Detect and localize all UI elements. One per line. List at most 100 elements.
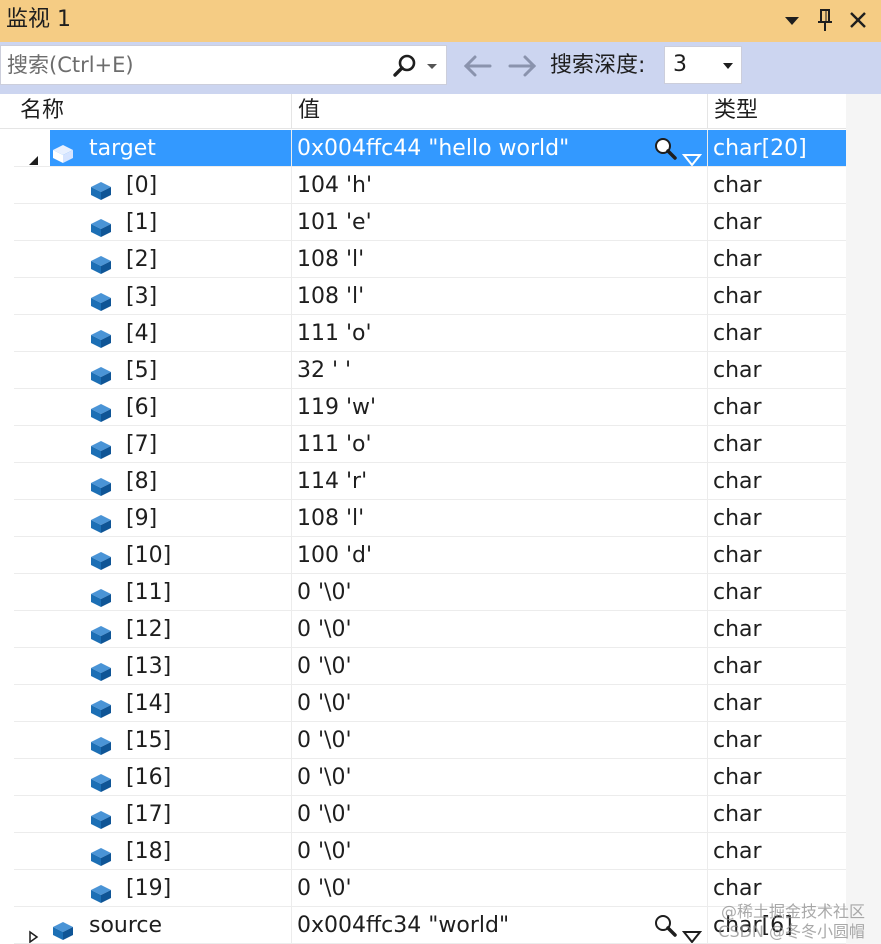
name-cell[interactable]: [8] [14, 463, 292, 500]
name-cell[interactable]: [15] [14, 722, 292, 759]
name-cell[interactable]: source [14, 907, 292, 944]
value-cell[interactable]: 0 '\0' [292, 796, 708, 833]
name-cell[interactable]: [6] [14, 389, 292, 426]
watch-row[interactable]: [13] 0 '\0' char [0, 648, 846, 685]
watch-row[interactable]: [10] 100 'd' char [0, 537, 846, 574]
name-cell[interactable]: target [14, 130, 292, 167]
value-cell[interactable]: 0 '\0' [292, 833, 708, 870]
type-cell[interactable]: char [708, 167, 846, 204]
value-cell[interactable]: 0 '\0' [292, 722, 708, 759]
watch-row[interactable]: [7] 111 'o' char [0, 426, 846, 463]
watch-row[interactable]: [15] 0 '\0' char [0, 722, 846, 759]
name-cell[interactable]: [3] [14, 278, 292, 315]
value-cell[interactable]: 0x004ffc34 "world" [292, 907, 708, 944]
column-header-value[interactable]: 值 [292, 94, 708, 128]
name-cell[interactable]: [0] [14, 167, 292, 204]
visualizer-dropdown-icon[interactable] [681, 142, 703, 167]
text-visualizer-icon[interactable] [652, 136, 678, 162]
name-cell[interactable]: [13] [14, 648, 292, 685]
type-cell[interactable]: char [708, 759, 846, 796]
name-cell[interactable]: [4] [14, 315, 292, 352]
value-cell[interactable]: 104 'h' [292, 167, 708, 204]
search-input[interactable] [7, 50, 377, 80]
value-cell[interactable]: 101 'e' [292, 204, 708, 241]
name-cell[interactable]: [5] [14, 352, 292, 389]
type-cell[interactable]: char [708, 389, 846, 426]
search-depth-select[interactable]: 3 [664, 46, 742, 84]
pin-icon[interactable] [811, 6, 839, 34]
name-cell[interactable]: [12] [14, 611, 292, 648]
name-cell[interactable]: [18] [14, 833, 292, 870]
watch-row[interactable]: [12] 0 '\0' char [0, 611, 846, 648]
name-cell[interactable]: [9] [14, 500, 292, 537]
watch-row[interactable]: [4] 111 'o' char [0, 315, 846, 352]
search-next-icon[interactable] [506, 52, 538, 80]
dropdown-arrow-icon[interactable] [778, 6, 806, 34]
name-cell[interactable]: [17] [14, 796, 292, 833]
watch-row[interactable]: [5] 32 ' ' char [0, 352, 846, 389]
watch-row[interactable]: [9] 108 'l' char [0, 500, 846, 537]
watch-row[interactable]: [2] 108 'l' char [0, 241, 846, 278]
value-cell[interactable]: 32 ' ' [292, 352, 708, 389]
value-cell[interactable]: 111 'o' [292, 315, 708, 352]
type-cell[interactable]: char [708, 537, 846, 574]
name-cell[interactable]: [2] [14, 241, 292, 278]
type-cell[interactable]: char [708, 204, 846, 241]
name-cell[interactable]: [16] [14, 759, 292, 796]
type-cell[interactable]: char[20] [708, 130, 846, 167]
collapsed-triangle-icon[interactable] [26, 919, 40, 944]
value-cell[interactable]: 114 'r' [292, 463, 708, 500]
type-cell[interactable]: char [708, 685, 846, 722]
search-icon[interactable] [391, 52, 419, 80]
name-cell[interactable]: [11] [14, 574, 292, 611]
watch-row[interactable]: [3] 108 'l' char [0, 278, 846, 315]
type-cell[interactable]: char [708, 500, 846, 537]
value-cell[interactable]: 0 '\0' [292, 759, 708, 796]
column-header-name[interactable]: 名称 [14, 94, 292, 128]
close-icon[interactable] [844, 6, 872, 34]
watch-row[interactable]: [8] 114 'r' char [0, 463, 846, 500]
value-cell[interactable]: 111 'o' [292, 426, 708, 463]
search-previous-icon[interactable] [462, 52, 494, 80]
name-cell[interactable]: [10] [14, 537, 292, 574]
search-options-chevron-icon[interactable] [425, 58, 439, 72]
value-cell[interactable]: 0 '\0' [292, 611, 708, 648]
watch-row[interactable]: [18] 0 '\0' char [0, 833, 846, 870]
value-cell[interactable]: 108 'l' [292, 278, 708, 315]
value-cell[interactable]: 0 '\0' [292, 574, 708, 611]
watch-row[interactable]: [17] 0 '\0' char [0, 796, 846, 833]
value-cell[interactable]: 119 'w' [292, 389, 708, 426]
name-cell[interactable]: [14] [14, 685, 292, 722]
type-cell[interactable]: char [708, 426, 846, 463]
value-cell[interactable]: 108 'l' [292, 500, 708, 537]
name-cell[interactable]: [7] [14, 426, 292, 463]
type-cell[interactable]: char [708, 611, 846, 648]
type-cell[interactable]: char [708, 648, 846, 685]
value-cell[interactable]: 0 '\0' [292, 685, 708, 722]
type-cell[interactable]: char [708, 278, 846, 315]
type-cell[interactable]: char [708, 463, 846, 500]
watch-row[interactable]: target 0x004ffc44 "hello world" char[20] [0, 130, 846, 167]
watch-row[interactable]: [6] 119 'w' char [0, 389, 846, 426]
type-cell[interactable]: char [708, 352, 846, 389]
watch-row[interactable]: [0] 104 'h' char [0, 167, 846, 204]
watch-row[interactable]: [11] 0 '\0' char [0, 574, 846, 611]
value-cell[interactable]: 0 '\0' [292, 870, 708, 907]
name-cell[interactable]: [19] [14, 870, 292, 907]
value-cell[interactable]: 100 'd' [292, 537, 708, 574]
column-header-type[interactable]: 类型 [708, 94, 846, 128]
expanded-triangle-icon[interactable] [26, 142, 40, 165]
type-cell[interactable]: char [708, 722, 846, 759]
value-cell[interactable]: 0 '\0' [292, 648, 708, 685]
watch-row[interactable]: [14] 0 '\0' char [0, 685, 846, 722]
vertical-scrollbar[interactable] [846, 94, 881, 944]
name-cell[interactable]: [1] [14, 204, 292, 241]
type-cell[interactable]: char [708, 833, 846, 870]
watch-row[interactable]: [16] 0 '\0' char [0, 759, 846, 796]
value-cell[interactable]: 0x004ffc44 "hello world" [292, 130, 708, 167]
type-cell[interactable]: char [708, 241, 846, 278]
type-cell[interactable]: char [708, 574, 846, 611]
watch-row[interactable]: [1] 101 'e' char [0, 204, 846, 241]
type-cell[interactable]: char [708, 796, 846, 833]
text-visualizer-icon[interactable] [652, 913, 678, 939]
